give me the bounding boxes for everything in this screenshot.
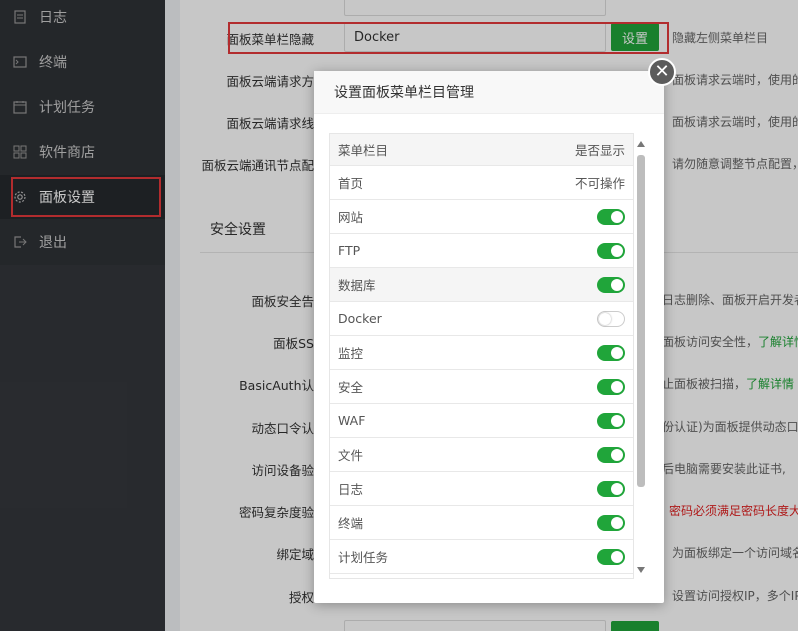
menu-item-name: 文件 (338, 448, 364, 463)
table-row: 日志 (330, 472, 633, 506)
close-icon[interactable]: ✕ (648, 58, 676, 86)
menu-item-name: 终端 (338, 516, 364, 531)
table-row: 网站 (330, 200, 633, 234)
visibility-toggle[interactable] (597, 242, 625, 259)
col-header-show: 是否显示 (574, 143, 625, 158)
menu-item-status: 不可操作 (574, 176, 625, 191)
menu-table: 菜单栏目 是否显示 首页 不可操作网站 FTP 数据库 Docker 监控安全 WAF 文件日… (329, 133, 634, 579)
menu-item-name: 网站 (338, 210, 364, 225)
menu-item-name: 数据库 (338, 278, 376, 293)
visibility-toggle[interactable] (597, 378, 625, 395)
visibility-toggle[interactable] (597, 310, 625, 327)
scroll-thumb[interactable] (637, 155, 645, 487)
table-row: 安全 (330, 370, 633, 404)
menu-item-name: FTP (338, 243, 361, 258)
table-row: 数据库 (330, 268, 633, 302)
visibility-toggle[interactable] (597, 208, 625, 225)
visibility-toggle[interactable] (597, 480, 625, 497)
scroll-up-arrow-icon[interactable] (637, 141, 645, 147)
table-row: 监控 (330, 336, 633, 370)
dialog-title: 设置面板菜单栏目管理 (314, 71, 664, 114)
menu-item-name: WAF (338, 413, 366, 428)
table-row: 首页 不可操作 (330, 166, 633, 200)
table-header: 菜单栏目 是否显示 (330, 134, 633, 166)
table-row: WAF (330, 404, 633, 438)
table-row: Docker (330, 302, 633, 336)
visibility-toggle[interactable] (597, 446, 625, 463)
menu-item-name: 首页 (338, 176, 364, 191)
visibility-toggle[interactable] (597, 514, 625, 531)
menu-manage-dialog: 设置面板菜单栏目管理 菜单栏目 是否显示 首页 不可操作网站 FTP 数据库 Docke… (314, 71, 664, 603)
table-scrollbar[interactable] (636, 133, 648, 579)
menu-item-name: 计划任务 (338, 550, 389, 565)
menu-item-name: Docker (338, 311, 382, 326)
table-row: 终端 (330, 506, 633, 540)
visibility-toggle[interactable] (597, 276, 625, 293)
table-row: 计划任务 (330, 540, 633, 574)
scroll-down-arrow-icon[interactable] (637, 567, 645, 573)
col-header-item: 菜单栏目 (338, 143, 389, 158)
menu-item-name: 监控 (338, 346, 364, 361)
table-row: 文件 (330, 438, 633, 472)
table-row: FTP (330, 234, 633, 268)
visibility-toggle[interactable] (597, 344, 625, 361)
menu-item-name: 日志 (338, 482, 364, 497)
visibility-toggle[interactable] (597, 412, 625, 429)
visibility-toggle[interactable] (597, 548, 625, 565)
menu-item-name: 安全 (338, 380, 364, 395)
